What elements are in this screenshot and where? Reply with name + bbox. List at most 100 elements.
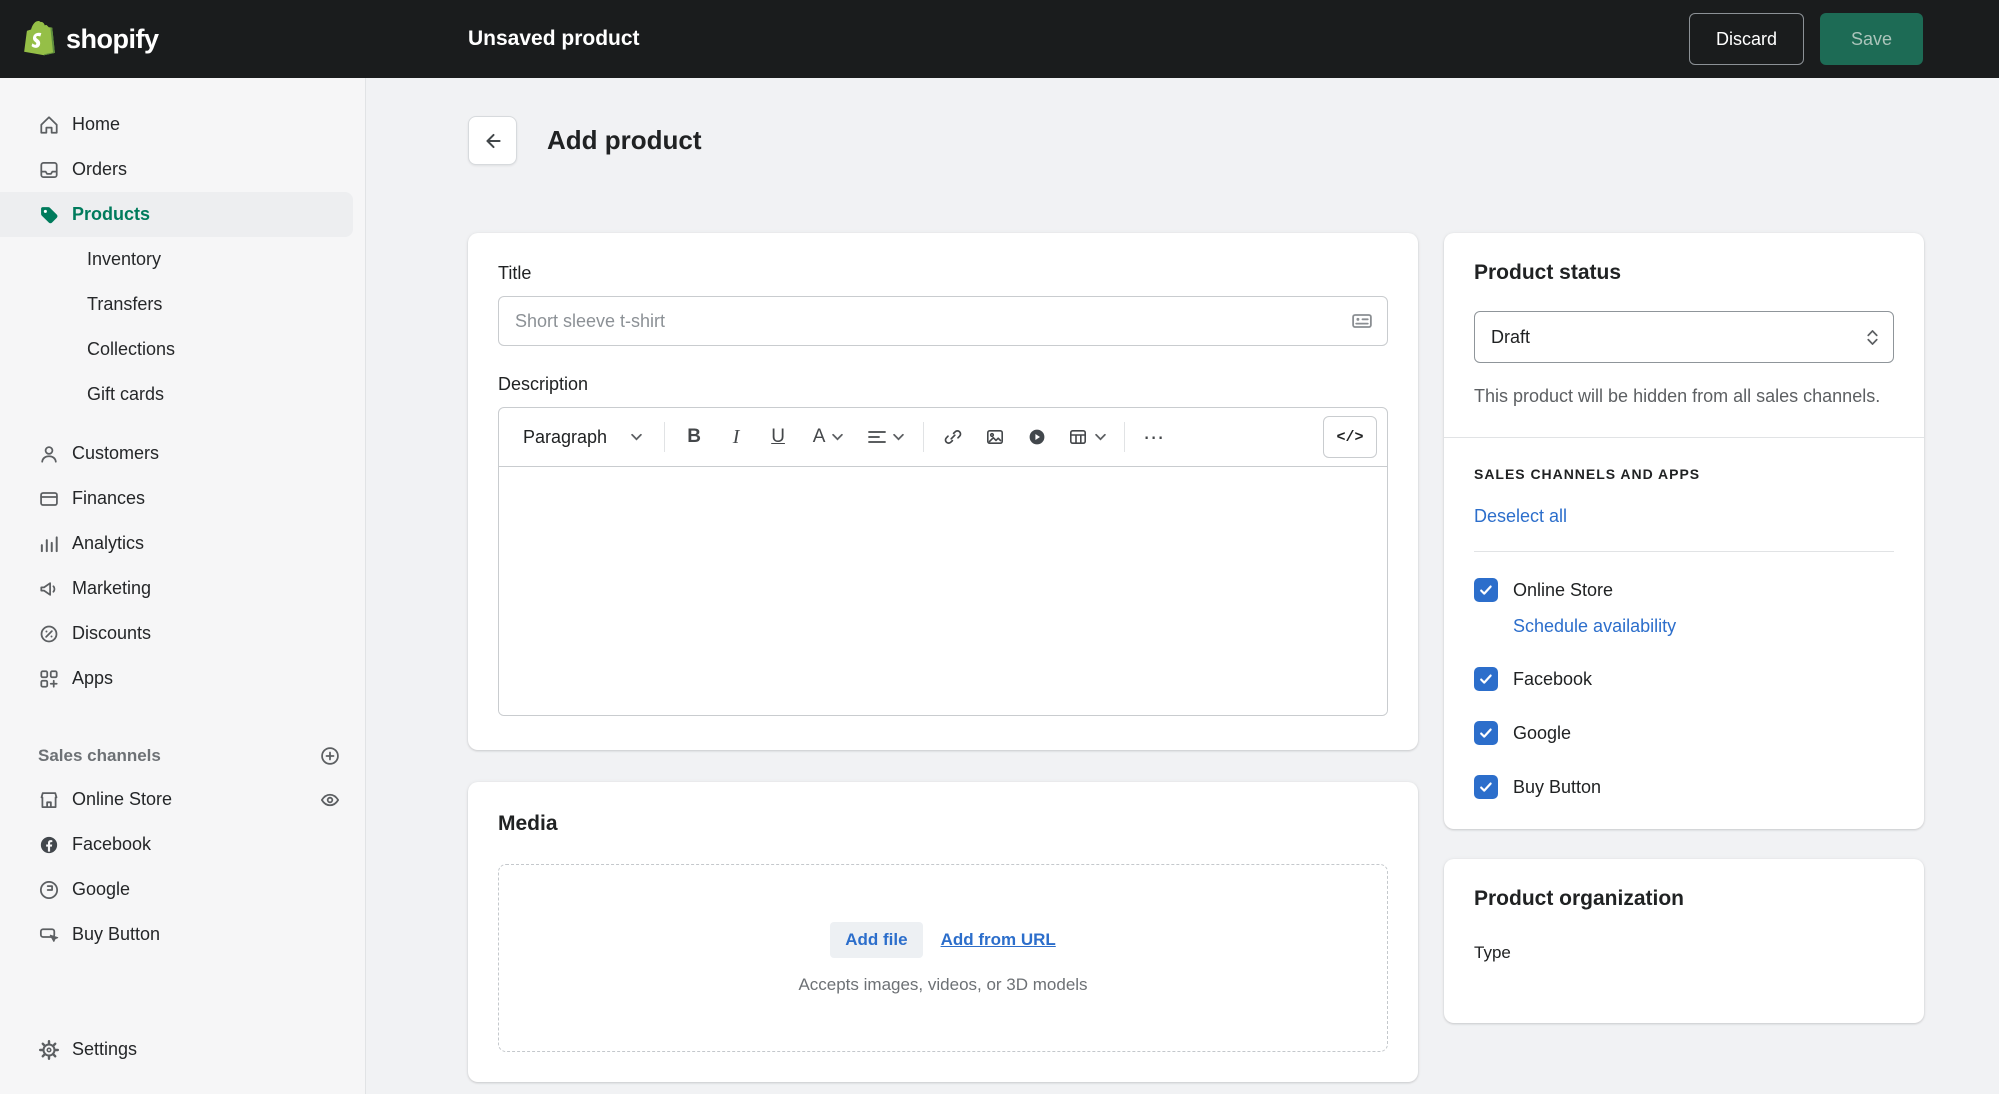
add-file-button[interactable]: Add file xyxy=(830,921,923,958)
sidebar-nav: Home Orders Products Inventory Transfers… xyxy=(0,78,366,1094)
underline-button[interactable]: U xyxy=(757,416,799,458)
marketing-icon xyxy=(38,578,60,600)
sidebar-item-apps[interactable]: Apps xyxy=(0,656,365,701)
gear-icon xyxy=(38,1039,60,1061)
add-sales-channel-icon[interactable] xyxy=(319,745,341,767)
insert-image-button[interactable] xyxy=(974,416,1016,458)
media-actions: Add file Add from URL xyxy=(830,921,1056,958)
product-status-card: Product status Draft This product will b… xyxy=(1444,233,1924,830)
sidebar-item-facebook[interactable]: Facebook xyxy=(0,822,365,867)
sidebar-item-analytics[interactable]: Analytics xyxy=(0,521,365,566)
eye-icon[interactable] xyxy=(319,789,341,811)
insert-table-dropdown[interactable] xyxy=(1058,416,1116,458)
bold-button[interactable]: B xyxy=(673,416,715,458)
title-input[interactable] xyxy=(498,296,1388,346)
deselect-all-link[interactable]: Deselect all xyxy=(1474,506,1567,527)
card-divider xyxy=(1444,437,1924,439)
align-left-icon xyxy=(868,430,886,444)
channel-row-buy-button: Buy Button xyxy=(1474,775,1894,800)
right-column: Product status Draft This product will b… xyxy=(1444,233,1924,1024)
more-formatting-button[interactable]: ⋯ xyxy=(1133,416,1175,458)
sidebar-item-marketing[interactable]: Marketing xyxy=(0,566,365,611)
alignment-dropdown[interactable] xyxy=(857,416,915,458)
check-icon xyxy=(1480,674,1492,684)
sidebar-item-label: Analytics xyxy=(72,533,145,553)
home-icon xyxy=(38,114,60,136)
schedule-availability-link[interactable]: Schedule availability xyxy=(1513,616,1894,637)
text-color-dropdown[interactable]: A xyxy=(799,416,857,458)
sidebar-item-home[interactable]: Home xyxy=(0,102,365,147)
chevron-down-icon xyxy=(631,433,642,441)
sidebar-item-orders[interactable]: Orders xyxy=(0,147,365,192)
media-card: Media Add file Add from URL Accepts imag… xyxy=(468,782,1418,1082)
page-header: Add product xyxy=(468,116,1999,165)
topbar-actions: Discard Save xyxy=(1688,13,1999,65)
finances-icon xyxy=(38,488,60,510)
paragraph-style-dropdown[interactable]: Paragraph xyxy=(509,416,656,458)
product-status-heading: Product status xyxy=(1474,261,1622,284)
topbar: shopify Unsaved product Discard Save xyxy=(0,0,1999,78)
autofill-card-icon xyxy=(1350,309,1374,333)
product-status-select[interactable]: Draft xyxy=(1474,311,1894,363)
save-button[interactable]: Save xyxy=(1819,13,1923,65)
ellipsis-icon: ⋯ xyxy=(1143,425,1166,449)
link-icon xyxy=(943,427,963,447)
back-button[interactable] xyxy=(468,116,517,165)
discard-button[interactable]: Discard xyxy=(1688,13,1804,65)
product-status-help: This product will be hidden from all sal… xyxy=(1474,386,1881,406)
online-store-checkbox[interactable] xyxy=(1474,578,1498,603)
video-play-icon xyxy=(1027,427,1047,447)
sidebar-item-products[interactable]: Products xyxy=(0,192,353,237)
sidebar-item-label: Facebook xyxy=(72,834,152,854)
google-icon xyxy=(38,879,60,901)
italic-button[interactable]: I xyxy=(715,416,757,458)
sales-channels-section: Sales channels xyxy=(0,735,365,777)
sidebar-item-online-store[interactable]: Online Store xyxy=(0,777,365,822)
table-icon xyxy=(1068,427,1088,447)
show-html-button[interactable]: </> xyxy=(1323,416,1377,458)
google-checkbox[interactable] xyxy=(1474,721,1498,746)
facebook-icon xyxy=(38,834,60,856)
sidebar-item-gift-cards[interactable]: Gift cards xyxy=(0,372,365,417)
page-title: Add product xyxy=(547,125,702,155)
orders-icon xyxy=(38,159,60,181)
sidebar-item-finances[interactable]: Finances xyxy=(0,476,365,521)
facebook-checkbox[interactable] xyxy=(1474,667,1498,692)
discounts-icon xyxy=(38,623,60,645)
insert-video-button[interactable] xyxy=(1016,416,1058,458)
description-editor-area[interactable] xyxy=(499,467,1387,715)
sidebar-item-settings[interactable]: Settings xyxy=(0,1027,365,1072)
select-caret-icon xyxy=(1866,329,1879,346)
product-status-value: Draft xyxy=(1491,326,1531,347)
shopify-admin: shopify Unsaved product Discard Save Hom… xyxy=(0,0,1999,1094)
sidebar-subitem-label: Inventory xyxy=(87,249,162,269)
shopify-logo[interactable]: shopify xyxy=(0,19,366,59)
sidebar-item-label: Online Store xyxy=(72,789,173,809)
apps-icon xyxy=(38,668,60,690)
sidebar-item-label: Google xyxy=(72,879,131,899)
sidebar-subitem-label: Collections xyxy=(87,339,176,359)
media-dropzone[interactable]: Add file Add from URL Accepts images, vi… xyxy=(498,864,1388,1052)
rich-text-editor: Paragraph B I U A ⋯ </> xyxy=(498,407,1388,716)
sidebar-item-inventory[interactable]: Inventory xyxy=(0,237,365,282)
add-from-url-link[interactable]: Add from URL xyxy=(941,930,1056,950)
sidebar-item-discounts[interactable]: Discounts xyxy=(0,611,365,656)
toolbar-divider xyxy=(664,422,666,452)
sidebar-item-label: Buy Button xyxy=(72,924,161,944)
sidebar-item-transfers[interactable]: Transfers xyxy=(0,282,365,327)
sales-channels-heading: Sales channels xyxy=(38,746,161,765)
sidebar-item-google[interactable]: Google xyxy=(0,867,365,912)
channel-label: Buy Button xyxy=(1513,776,1602,797)
type-label: Type xyxy=(1474,943,1511,963)
description-label: Description xyxy=(498,374,589,394)
customers-icon xyxy=(38,443,60,465)
insert-link-button[interactable] xyxy=(932,416,974,458)
sidebar-item-customers[interactable]: Customers xyxy=(0,431,365,476)
shopify-bag-icon xyxy=(22,19,58,59)
buy-button-checkbox[interactable] xyxy=(1474,775,1498,800)
image-icon xyxy=(985,427,1005,447)
storefront-icon xyxy=(38,789,60,811)
sidebar-item-buy-button[interactable]: Buy Button xyxy=(0,912,365,957)
sidebar-item-collections[interactable]: Collections xyxy=(0,327,365,372)
